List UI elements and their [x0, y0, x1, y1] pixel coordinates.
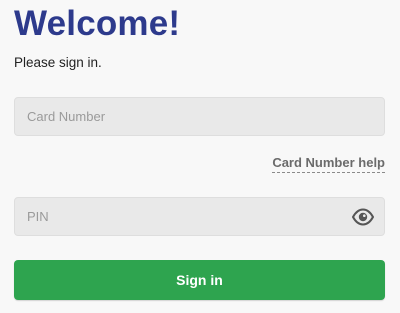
page-subtitle: Please sign in.	[14, 55, 102, 70]
pin-input[interactable]	[14, 197, 385, 236]
sign-in-button[interactable]: Sign in	[14, 260, 385, 300]
card-number-help-link[interactable]: Card Number help	[272, 155, 385, 173]
page-title: Welcome!	[14, 4, 181, 43]
eye-icon[interactable]	[351, 208, 375, 226]
card-number-input[interactable]	[14, 97, 385, 136]
sign-in-page: Welcome! Please sign in. Card Number hel…	[0, 0, 400, 313]
